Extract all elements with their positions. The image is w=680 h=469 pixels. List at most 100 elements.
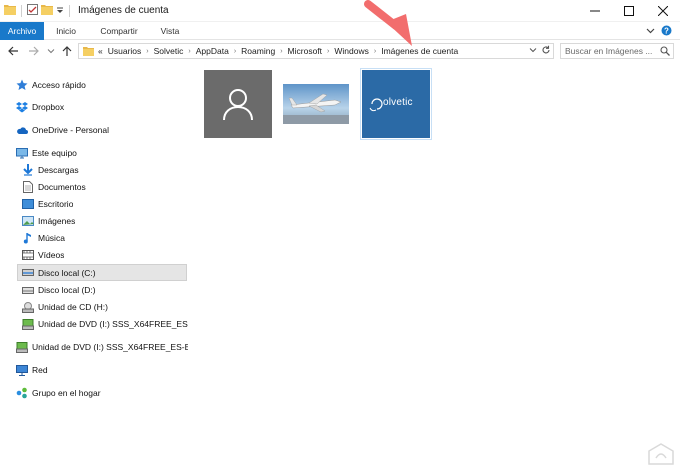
- file-thumbnail-airplane[interactable]: [282, 70, 350, 138]
- back-arrow-icon: [7, 46, 18, 56]
- close-button[interactable]: [646, 0, 680, 22]
- folder-icon: [4, 4, 16, 17]
- nav-item-grupo-hogar[interactable]: Grupo en el hogar: [16, 385, 101, 401]
- desktop-icon: [22, 198, 34, 210]
- minimize-icon: [590, 10, 600, 12]
- breadcrumb-usuarios[interactable]: Usuarios: [108, 46, 142, 56]
- tab-vista[interactable]: Vista: [150, 22, 190, 40]
- forward-button[interactable]: [26, 44, 40, 58]
- breadcrumb-roaming[interactable]: Roaming: [241, 46, 275, 56]
- breadcrumb-solvetic[interactable]: Solvetic: [154, 46, 184, 56]
- download-arrow-icon: [22, 164, 34, 176]
- drive-icon: [22, 284, 34, 296]
- chevron-right-icon[interactable]: ›: [234, 48, 236, 55]
- close-icon: [658, 6, 668, 16]
- nav-item-label: Unidad de CD (H:): [38, 302, 108, 312]
- nav-item-label: Unidad de DVD (I:) SSS_X64FREE_ES-ES_D: [38, 319, 188, 329]
- nav-item-disco-local-d[interactable]: Disco local (D:): [22, 282, 96, 298]
- file-list: olvetic: [190, 62, 680, 469]
- search-box: [560, 43, 674, 59]
- nav-item-label: Unidad de DVD (I:) SSS_X64FREE_ES-ES_DV: [32, 342, 188, 352]
- nav-item-unidad-dvd[interactable]: Unidad de DVD (I:) SSS_X64FREE_ES-ES_DV: [16, 339, 188, 355]
- customize-toolbar-icon[interactable]: [56, 5, 64, 17]
- up-arrow-icon: [62, 45, 72, 56]
- nav-item-escritorio[interactable]: Escritorio: [22, 196, 73, 212]
- tab-archivo[interactable]: Archivo: [0, 22, 44, 40]
- chevron-right-icon[interactable]: ›: [327, 48, 329, 55]
- dvd-drive-icon: [16, 341, 28, 353]
- address-bar[interactable]: « Usuarios › Solvetic › AppData › Roamin…: [78, 43, 554, 59]
- network-icon: [16, 364, 28, 376]
- star-icon: [16, 79, 28, 91]
- properties-icon[interactable]: [27, 4, 38, 17]
- chevron-down-icon: [47, 49, 55, 54]
- nav-item-label: Vídeos: [38, 250, 65, 260]
- nav-item-acceso-rapido[interactable]: Acceso rápido: [16, 77, 86, 93]
- nav-item-label: Documentos: [38, 182, 86, 192]
- nav-item-imagenes[interactable]: Imágenes: [22, 213, 75, 229]
- nav-item-red[interactable]: Red: [16, 362, 48, 378]
- nav-item-label: Acceso rápido: [32, 80, 86, 90]
- nav-item-label: Música: [38, 233, 65, 243]
- svg-text:?: ?: [664, 26, 669, 35]
- user-icon: [223, 89, 253, 121]
- cloud-icon: [16, 124, 28, 136]
- toolbar-separator: [69, 4, 70, 17]
- nav-item-label: Escritorio: [38, 199, 74, 209]
- breadcrumb-microsoft[interactable]: Microsoft: [288, 46, 322, 56]
- maximize-button[interactable]: [612, 0, 646, 22]
- breadcrumb-overflow[interactable]: «: [98, 46, 103, 56]
- title-bar: Imágenes de cuenta: [0, 0, 680, 22]
- nav-item-label: Disco local (C:): [38, 267, 96, 278]
- nav-item-label: Descargas: [38, 165, 79, 175]
- new-folder-icon[interactable]: [41, 4, 53, 17]
- quick-access-toolbar: [4, 4, 72, 17]
- breadcrumb-appdata[interactable]: AppData: [196, 46, 229, 56]
- nav-item-unidad-cd[interactable]: Unidad de CD (H:): [22, 299, 108, 315]
- help-icon[interactable]: ?: [661, 25, 672, 38]
- dropbox-icon: [16, 101, 28, 113]
- nav-item-unidad-dvd-sub[interactable]: Unidad de DVD (I:) SSS_X64FREE_ES-ES_D: [22, 316, 188, 332]
- chevron-right-icon[interactable]: ›: [146, 48, 148, 55]
- minimize-button[interactable]: [578, 0, 612, 22]
- back-button[interactable]: [6, 44, 20, 58]
- search-input[interactable]: [561, 44, 657, 58]
- tab-inicio[interactable]: Inicio: [44, 22, 88, 40]
- address-history-icon[interactable]: [529, 46, 537, 56]
- chevron-right-icon[interactable]: ›: [188, 48, 190, 55]
- drive-icon: [22, 267, 34, 279]
- nav-item-label: Este equipo: [32, 148, 77, 158]
- refresh-icon[interactable]: [541, 45, 551, 57]
- nav-item-disco-local-c[interactable]: Disco local (C:): [17, 264, 187, 281]
- cd-drive-icon: [22, 301, 34, 313]
- tab-compartir[interactable]: Compartir: [88, 22, 150, 40]
- address-actions: [529, 45, 551, 57]
- nav-item-descargas[interactable]: Descargas: [22, 162, 79, 178]
- chevron-right-icon[interactable]: ›: [280, 48, 282, 55]
- video-icon: [22, 249, 34, 261]
- file-thumbnail-user[interactable]: [204, 70, 272, 138]
- nav-item-onedrive[interactable]: OneDrive - Personal: [16, 122, 109, 138]
- recent-locations-button[interactable]: [44, 44, 58, 58]
- toolbar-separator: [21, 4, 22, 17]
- nav-item-dropbox[interactable]: Dropbox: [16, 99, 64, 115]
- nav-item-videos[interactable]: Vídeos: [22, 247, 64, 263]
- expand-ribbon-icon[interactable]: [646, 26, 655, 37]
- nav-item-label: OneDrive - Personal: [32, 125, 110, 135]
- up-button[interactable]: [60, 44, 74, 58]
- nav-item-label: Dropbox: [32, 102, 65, 112]
- nav-item-label: Disco local (D:): [38, 285, 96, 295]
- window-title: Imágenes de cuenta: [78, 5, 169, 16]
- file-thumbnail-solvetic[interactable]: olvetic: [360, 68, 432, 140]
- document-icon: [22, 181, 34, 193]
- nav-item-musica[interactable]: Música: [22, 230, 65, 246]
- nav-item-documentos[interactable]: Documentos: [22, 179, 86, 195]
- navigation-pane: Acceso rápido Dropbox OneDrive - Persona…: [0, 62, 190, 469]
- airplane-photo: [283, 84, 349, 124]
- search-icon[interactable]: [660, 46, 670, 58]
- solvetic-logo-text: olvetic: [383, 97, 413, 108]
- dvd-drive-icon: [22, 318, 34, 330]
- computer-icon: [16, 147, 28, 159]
- nav-item-este-equipo[interactable]: Este equipo: [16, 145, 77, 161]
- ribbon-tabs: Archivo Inicio Compartir Vista ?: [0, 22, 680, 40]
